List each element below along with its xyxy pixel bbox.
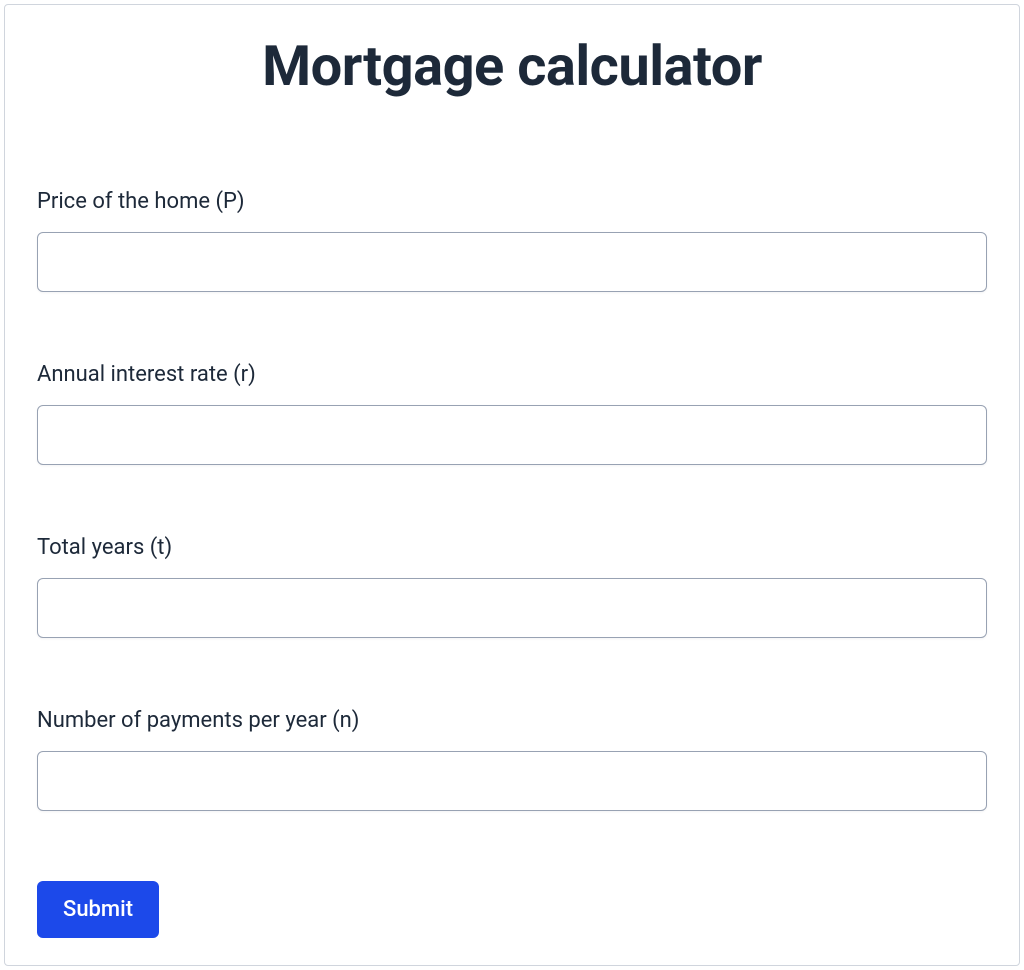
years-field-group: Total years (t) xyxy=(37,535,987,638)
payments-field-group: Number of payments per year (n) xyxy=(37,708,987,811)
page-title: Mortgage calculator xyxy=(37,33,987,99)
mortgage-form: Price of the home (P) Annual interest ra… xyxy=(37,189,987,938)
submit-button[interactable]: Submit xyxy=(37,881,159,938)
payments-input[interactable] xyxy=(37,751,987,811)
price-label: Price of the home (P) xyxy=(37,189,987,214)
years-label: Total years (t) xyxy=(37,535,987,560)
rate-input[interactable] xyxy=(37,405,987,465)
years-input[interactable] xyxy=(37,578,987,638)
rate-label: Annual interest rate (r) xyxy=(37,362,987,387)
rate-field-group: Annual interest rate (r) xyxy=(37,362,987,465)
price-input[interactable] xyxy=(37,232,987,292)
calculator-container: Mortgage calculator Price of the home (P… xyxy=(4,4,1020,966)
payments-label: Number of payments per year (n) xyxy=(37,708,987,733)
price-field-group: Price of the home (P) xyxy=(37,189,987,292)
